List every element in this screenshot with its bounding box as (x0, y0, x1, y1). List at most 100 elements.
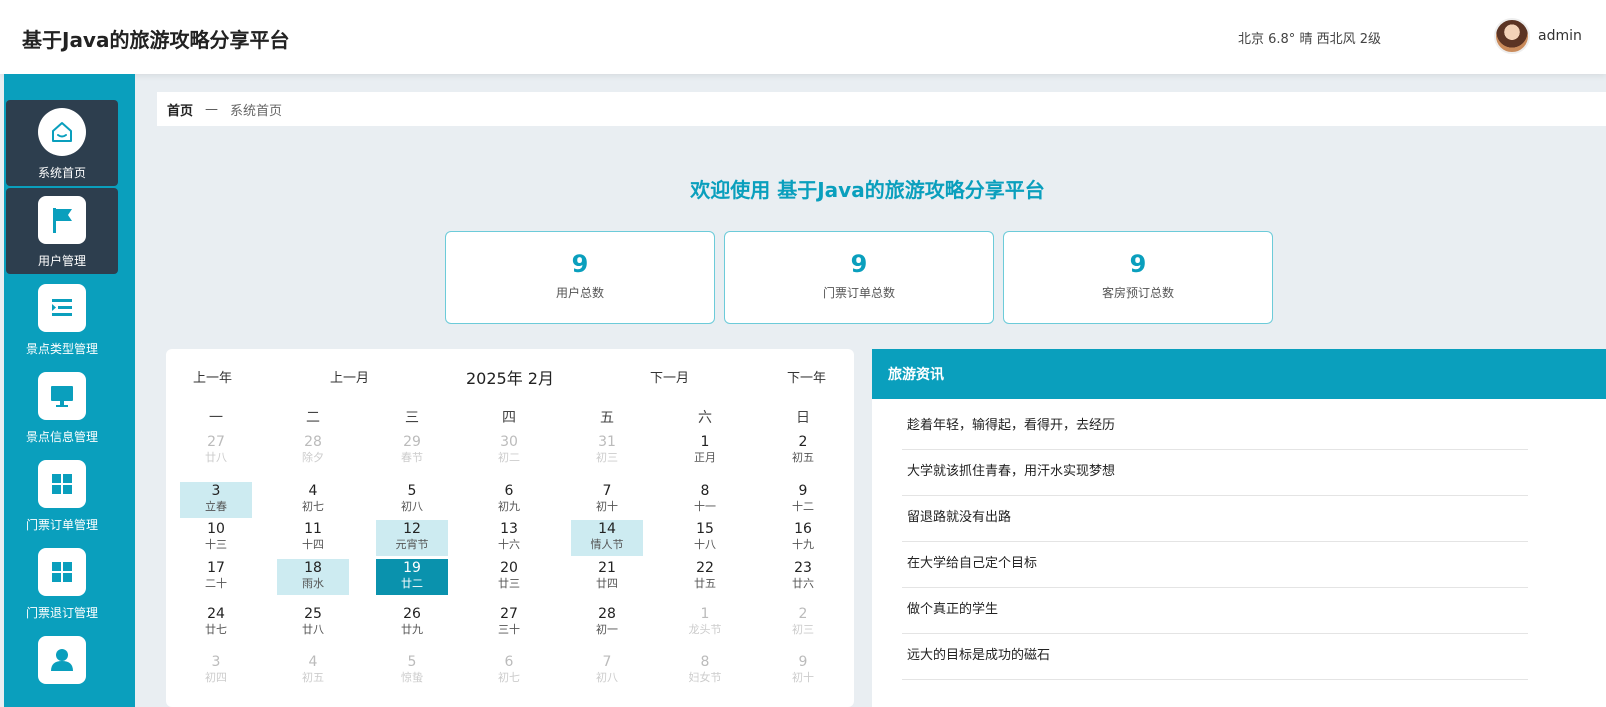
sidebar-item-label: 门票退订管理 (25, 606, 98, 620)
calendar-day[interactable]: 5 惊蛰 (376, 653, 448, 689)
calendar-day[interactable]: 28 除夕 (277, 433, 349, 469)
calendar-day-number: 26 (403, 606, 421, 622)
avatar[interactable] (1494, 18, 1530, 54)
sidebar-item-ticket-orders[interactable]: 门票订单管理 (6, 452, 118, 538)
calendar-day[interactable]: 27 三十 (473, 605, 545, 641)
weather-info: 北京 6.8° 晴 西北风 2级 (1238, 32, 1381, 47)
calendar-day[interactable]: 10 十三 (180, 520, 252, 556)
calendar-day-lunar: 雨水 (302, 577, 324, 590)
calendar-day[interactable]: 15 十八 (669, 520, 741, 556)
calendar-day-number: 13 (500, 521, 518, 537)
calendar-day[interactable]: 23 廿六 (767, 559, 839, 595)
calendar-day-selected[interactable]: 19 廿二 (376, 559, 448, 595)
news-item[interactable]: 远大的目标是成功的磁石 (902, 634, 1528, 680)
calendar-day[interactable]: 16 十九 (767, 520, 839, 556)
calendar-day-number: 21 (598, 560, 616, 576)
calendar-day[interactable]: 28 初一 (571, 605, 643, 641)
stat-card-ticket-orders: 9 门票订单总数 (724, 231, 994, 324)
calendar-day[interactable]: 27 廿八 (180, 433, 252, 469)
calendar-day-lunar: 廿五 (694, 577, 716, 590)
calendar-day-number: 2 (798, 606, 808, 622)
calendar-day-number: 2 (798, 434, 808, 450)
calendar-day[interactable]: 12 元宵节 (376, 520, 448, 556)
calendar-day-number: 5 (407, 654, 417, 670)
news-item[interactable]: 留退路就没有出路 (902, 496, 1528, 542)
calendar-day[interactable]: 5 初八 (376, 482, 448, 518)
calendar-month-label: 2025年 2月 (466, 369, 554, 388)
calendar-day-number: 4 (308, 654, 318, 670)
calendar-day[interactable]: 20 廿三 (473, 559, 545, 595)
calendar-day[interactable]: 1 龙头节 (669, 605, 741, 641)
calendar-day[interactable]: 2 初五 (767, 433, 839, 469)
sidebar-item-scenic-types[interactable]: 景点类型管理 (6, 276, 118, 362)
calendar-day[interactable]: 24 廿七 (180, 605, 252, 641)
next-year-button[interactable]: 下一年 (787, 367, 826, 386)
calendar-day-lunar: 十三 (205, 538, 227, 551)
news-item[interactable]: 做个真正的学生 (902, 588, 1528, 634)
calendar-day[interactable]: 9 初十 (767, 653, 839, 689)
calendar-day[interactable]: 7 初十 (571, 482, 643, 518)
calendar-day-number: 3 (211, 654, 221, 670)
calendar-day[interactable]: 18 雨水 (277, 559, 349, 595)
calendar-day[interactable]: 4 初五 (277, 653, 349, 689)
calendar-day[interactable]: 29 春节 (376, 433, 448, 469)
calendar-day[interactable]: 17 二十 (180, 559, 252, 595)
calendar-day-lunar: 十九 (792, 538, 814, 551)
calendar-day[interactable]: 6 初九 (473, 482, 545, 518)
calendar-day[interactable]: 30 初二 (473, 433, 545, 469)
news-item[interactable]: 大学就该抓住青春，用汗水实现梦想 (902, 450, 1528, 496)
calendar-day[interactable]: 14 情人节 (571, 520, 643, 556)
calendar-day[interactable]: 8 十一 (669, 482, 741, 518)
calendar-day-lunar: 立春 (205, 500, 227, 513)
calendar-day-lunar: 惊蛰 (401, 671, 423, 684)
sidebar-item-ticket-refunds[interactable]: 门票退订管理 (6, 540, 118, 626)
calendar-day[interactable]: 13 十六 (473, 520, 545, 556)
calendar-day-lunar: 初四 (205, 671, 227, 684)
calendar-day[interactable]: 31 初三 (571, 433, 643, 469)
calendar-day-number: 27 (207, 434, 225, 450)
flag-icon (38, 196, 86, 244)
calendar-weekday: 日 (796, 410, 810, 426)
calendar-day-lunar: 龙头节 (688, 623, 722, 636)
calendar-day[interactable]: 22 廿五 (669, 559, 741, 595)
calendar-day[interactable]: 3 立春 (180, 482, 252, 518)
calendar-day[interactable]: 26 廿九 (376, 605, 448, 641)
prev-month-button[interactable]: 上一月 (330, 367, 369, 386)
calendar-day[interactable]: 25 廿八 (277, 605, 349, 641)
breadcrumb-current: 系统首页 (230, 103, 283, 119)
calendar-day-number: 19 (403, 560, 421, 576)
calendar-day[interactable]: 8 妇女节 (669, 653, 741, 689)
sidebar-item-user-profile[interactable] (6, 628, 118, 707)
sidebar-item-scenic-info[interactable]: 景点信息管理 (6, 364, 118, 450)
calendar-day[interactable]: 4 初七 (277, 482, 349, 518)
sidebar-item-label: 门票订单管理 (25, 518, 98, 532)
user-menu[interactable]: admin (1494, 18, 1582, 54)
news-item[interactable]: 趁着年轻，输得起，看得开，去经历 (902, 404, 1528, 450)
sidebar-item-label: 景点信息管理 (25, 430, 98, 444)
calendar-day-lunar: 十四 (302, 538, 324, 551)
calendar-weekday: 四 (502, 410, 516, 426)
calendar-day[interactable]: 3 初四 (180, 653, 252, 689)
username[interactable]: admin (1538, 28, 1582, 44)
breadcrumb-home[interactable]: 首页 (167, 100, 193, 119)
calendar-day[interactable]: 9 十二 (767, 482, 839, 518)
sidebar-item-label: 景点类型管理 (25, 342, 98, 356)
calendar-weekday: 三 (405, 410, 419, 426)
calendar-day-number: 9 (798, 483, 808, 499)
calendar-day-number: 17 (207, 560, 225, 576)
calendar-day-lunar: 正月 (694, 451, 716, 464)
calendar-day[interactable]: 7 初八 (571, 653, 643, 689)
calendar-day-lunar: 初七 (302, 500, 324, 513)
calendar-day-number: 4 (308, 483, 318, 499)
breadcrumb: 首页 — 系统首页 (157, 92, 1606, 126)
prev-year-button[interactable]: 上一年 (193, 367, 232, 386)
stat-card-users: 9 用户总数 (445, 231, 715, 324)
person-icon (38, 636, 86, 684)
news-item[interactable]: 在大学给自己定个目标 (902, 542, 1528, 588)
calendar-day[interactable]: 11 十四 (277, 520, 349, 556)
next-month-button[interactable]: 下一月 (650, 367, 689, 386)
calendar-day[interactable]: 2 初三 (767, 605, 839, 641)
calendar-day[interactable]: 21 廿四 (571, 559, 643, 595)
calendar-day[interactable]: 6 初七 (473, 653, 545, 689)
calendar-day[interactable]: 1 正月 (669, 433, 741, 469)
